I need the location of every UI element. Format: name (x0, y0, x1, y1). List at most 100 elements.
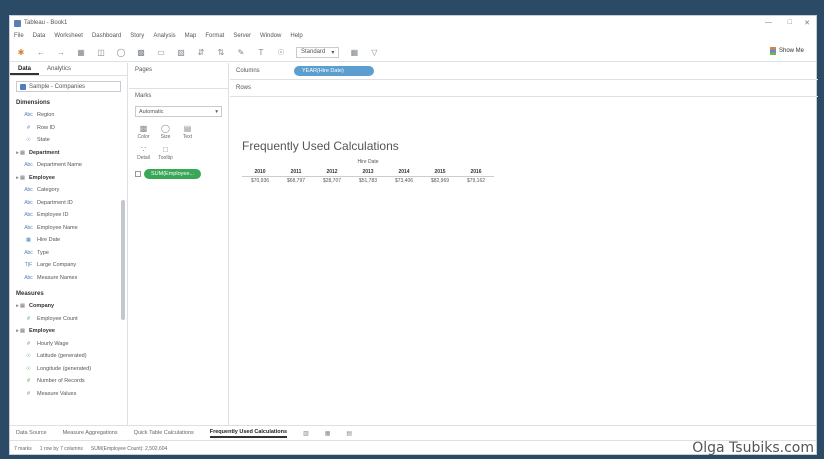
year-header-cell[interactable]: 2013 (350, 168, 386, 177)
string-icon: Abc (24, 224, 33, 231)
rows-shelf[interactable]: Rows (230, 80, 818, 97)
tab-data-source[interactable]: Data Source (16, 430, 47, 436)
field-item[interactable]: Abc Department ID (10, 197, 127, 210)
menu-file[interactable]: File (14, 33, 24, 39)
field-item[interactable]: # Hourly Wage (10, 338, 127, 351)
menu-format[interactable]: Format (205, 33, 224, 39)
value-cell[interactable]: $82,969 (422, 177, 458, 185)
field-label: Department (29, 149, 60, 156)
field-item[interactable]: ☉ State (10, 134, 127, 147)
columns-shelf[interactable]: Columns YEAR(Hire Date) (230, 63, 818, 80)
chart-icon[interactable]: ▦ (349, 47, 359, 57)
field-item[interactable]: ☉ Longitude (generated) (10, 363, 127, 376)
field-item[interactable]: Abc Type (10, 247, 127, 260)
field-item[interactable]: Abc Employee ID (10, 209, 127, 222)
fit-select[interactable]: Standard ▾ (296, 46, 340, 58)
field-item[interactable]: Abc Department Name (10, 159, 127, 172)
tab-quick-table-calculations[interactable]: Quick Table Calculations (134, 430, 194, 436)
menu-data[interactable]: Data (33, 33, 46, 39)
value-cell[interactable]: $28,707 (314, 177, 350, 185)
menu-help[interactable]: Help (290, 33, 302, 39)
pause-updates-icon[interactable]: ◯ (116, 47, 126, 57)
tab-analytics[interactable]: Analytics (39, 63, 79, 75)
column-header-label: Hire Date (357, 159, 379, 165)
new-datasource-icon[interactable]: ◫ (96, 47, 106, 57)
folder-item[interactable]: ▸ ▤ Employee (10, 172, 127, 185)
year-header-cell[interactable]: 2012 (314, 168, 350, 177)
close-icon[interactable]: ✕ (804, 19, 810, 27)
field-item[interactable]: Abc Category (10, 184, 127, 197)
year-header-cell[interactable]: 2016 (458, 168, 494, 177)
undo-icon[interactable]: ← (36, 47, 46, 57)
field-item[interactable]: Abc Region (10, 109, 127, 122)
new-story-icon[interactable]: ▤ (346, 430, 352, 437)
pages-card[interactable]: Pages (129, 63, 228, 89)
field-item[interactable]: ☉ Latitude (generated) (10, 350, 127, 363)
value-cell[interactable]: $70,936 (242, 177, 278, 185)
menu-window[interactable]: Window (260, 33, 281, 39)
save-icon[interactable]: ▦ (76, 47, 86, 57)
labels-icon[interactable]: T (256, 47, 266, 57)
menu-server[interactable]: Server (233, 33, 251, 39)
menu-worksheet[interactable]: Worksheet (54, 33, 83, 39)
tableau-window: Tableau - Book1 — □ ✕ File Data Workshee… (9, 15, 818, 456)
year-header-cell[interactable]: 2010 (242, 168, 278, 177)
field-item[interactable]: # Number of Records (10, 375, 127, 388)
field-item[interactable]: Abc Employee Name (10, 222, 127, 235)
tab-frequently-used-calculations[interactable]: Frequently Used Calculations (209, 429, 288, 438)
menu-map[interactable]: Map (185, 33, 197, 39)
minimize-icon[interactable]: — (765, 19, 772, 26)
tab-measure-aggregations[interactable]: Measure Aggregations (63, 430, 118, 436)
field-item[interactable]: ▦ Hire Date (10, 234, 127, 247)
field-item[interactable]: Abc Measure Names (10, 272, 127, 285)
tab-data[interactable]: Data (10, 63, 40, 75)
data-pane-scrollbar[interactable] (121, 200, 125, 320)
year-header-cell[interactable]: 2015 (422, 168, 458, 177)
field-item[interactable]: # Employee Count (10, 313, 127, 326)
tooltip-button[interactable]: □ Tooltip (157, 144, 174, 162)
year-header-cell[interactable]: 2014 (386, 168, 422, 177)
sort-ascending-icon[interactable]: ⇅ (216, 47, 226, 57)
menu-dashboard[interactable]: Dashboard (92, 33, 121, 39)
columns-pill[interactable]: YEAR(Hire Date) (294, 66, 374, 76)
show-me-button[interactable]: Show Me (769, 47, 804, 55)
value-cell[interactable]: $79,162 (458, 177, 494, 185)
sheet-tab-bar: Data Source Measure Aggregations Quick T… (10, 425, 816, 440)
year-header-cell[interactable]: 2011 (278, 168, 314, 177)
duplicate-icon[interactable]: ▭ (156, 47, 166, 57)
value-cell[interactable]: $73,406 (386, 177, 422, 185)
menu-story[interactable]: Story (130, 33, 144, 39)
clear-icon[interactable]: ▧ (176, 47, 186, 57)
share-icon[interactable]: ▽ (369, 47, 379, 57)
pin-icon[interactable]: ☉ (276, 47, 286, 57)
text-measure-pill[interactable]: SUM(Employee... (144, 169, 202, 179)
size-button[interactable]: ◯ Size (157, 123, 174, 141)
field-label: Employee Name (37, 224, 78, 231)
mark-type-select[interactable]: Automatic ▾ (135, 106, 222, 117)
menu-analysis[interactable]: Analysis (153, 33, 175, 39)
field-item[interactable]: # Row ID (10, 122, 127, 135)
detail-button[interactable]: ∵ Detail (135, 144, 152, 162)
text-button[interactable]: ▤ Text (179, 123, 196, 141)
highlight-icon[interactable]: ✎ (236, 47, 246, 57)
color-button[interactable]: ▩ Color (135, 123, 152, 141)
text-pill-row: SUM(Employee... (135, 169, 222, 179)
text-label: Text (182, 134, 193, 140)
value-cell[interactable]: $51,783 (350, 177, 386, 185)
pages-label: Pages (135, 67, 153, 73)
value-cell[interactable]: $68,797 (278, 177, 314, 185)
new-worksheet-icon[interactable]: ▩ (136, 47, 146, 57)
new-dashboard-icon[interactable]: ▦ (325, 430, 331, 437)
folder-item[interactable]: ▸ ▤ Company (10, 300, 127, 313)
redo-icon[interactable]: → (56, 47, 66, 57)
tableau-logo-icon[interactable]: ✱ (16, 47, 26, 57)
maximize-icon[interactable]: □ (788, 19, 792, 26)
folder-icon: ▸ ▤ (16, 174, 25, 181)
folder-item[interactable]: ▸ ▤ Department (10, 147, 127, 160)
new-sheet-icon[interactable]: ▨ (303, 430, 309, 437)
swap-icon[interactable]: ⇵ (196, 47, 206, 57)
field-item[interactable]: # Measure Values (10, 388, 127, 401)
folder-item[interactable]: ▸ ▤ Employee (10, 325, 127, 338)
field-item[interactable]: T|F Large Company (10, 259, 127, 272)
datasource-select[interactable]: Sample - Companies (16, 81, 121, 92)
